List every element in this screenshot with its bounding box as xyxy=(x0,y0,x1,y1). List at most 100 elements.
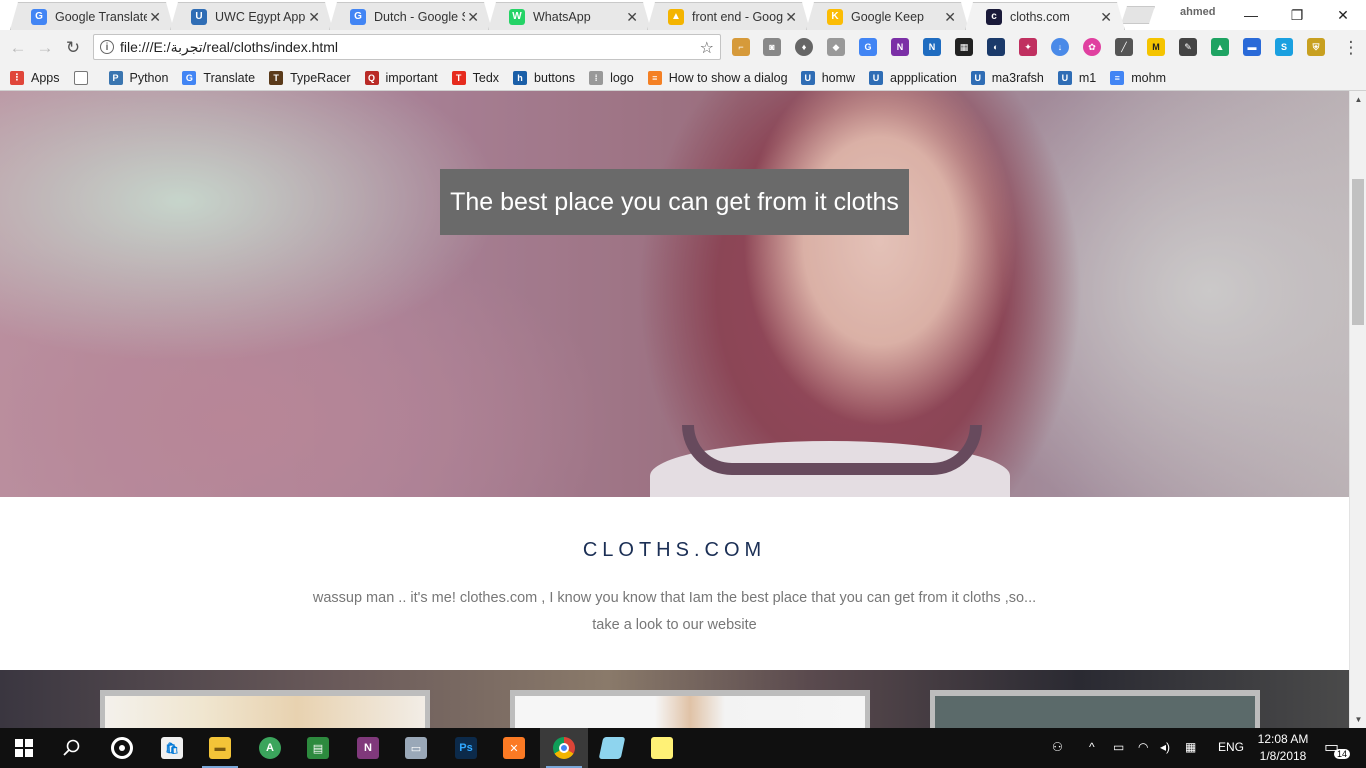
bookmark-item[interactable] xyxy=(73,70,95,85)
browser-tab[interactable]: U UWC Egypt Applic✕ xyxy=(170,2,333,30)
download-extension-icon[interactable]: ↓ xyxy=(1051,38,1069,56)
bookmark-item[interactable]: Uma3rafsh xyxy=(970,70,1044,85)
browser-tab[interactable]: c cloths.com ✕ xyxy=(965,2,1125,30)
new-extension-icon[interactable]: N xyxy=(923,38,941,56)
gallery-section xyxy=(0,670,1349,728)
forward-icon[interactable]: → xyxy=(34,37,56,59)
search-icon[interactable] xyxy=(48,728,96,768)
onenote-extension-icon[interactable]: N xyxy=(891,38,909,56)
menu-icon[interactable]: ⋮ xyxy=(1340,37,1362,59)
bookmark-item[interactable]: P Python xyxy=(108,70,168,85)
close-tab-icon[interactable]: ✕ xyxy=(626,9,638,26)
bookmark-star-icon[interactable]: ☆ xyxy=(700,38,714,58)
translate-extension-icon[interactable]: G xyxy=(859,38,877,56)
drive-extension-icon[interactable]: ▲ xyxy=(1211,38,1229,56)
minimize-icon[interactable]: — xyxy=(1228,0,1274,30)
bookmark-item[interactable]: ⋮ Apps xyxy=(10,70,60,85)
tab-title: Dutch - Google Se xyxy=(374,9,459,24)
people-icon[interactable]: ⚇ xyxy=(1052,740,1063,754)
close-tab-icon[interactable]: ✕ xyxy=(467,9,479,26)
browser-toolbar: ← → ↻ i file:///E:/تجربة/real/cloths/ind… xyxy=(0,30,1366,65)
android-studio-icon[interactable]: A xyxy=(246,728,294,768)
color-extension-icon[interactable]: ✿ xyxy=(1083,38,1101,56)
browser-tab[interactable]: G Google Translate ✕ xyxy=(10,2,174,30)
scroll-up-icon[interactable]: ▲ xyxy=(1350,91,1366,108)
project-icon[interactable]: ▤ xyxy=(294,728,342,768)
onenote-icon[interactable]: N xyxy=(344,728,392,768)
google-translate-icon: G xyxy=(31,9,47,25)
store-icon[interactable]: 🛍 xyxy=(148,728,196,768)
lightbulb-extension-icon[interactable]: ♦ xyxy=(795,38,813,56)
back-icon[interactable]: ← xyxy=(7,37,29,59)
bookmark-label: homw xyxy=(821,70,856,85)
bookmark-item[interactable]: G Translate xyxy=(182,70,255,85)
show-hidden-icons[interactable]: ^ xyxy=(1089,740,1095,754)
reload-icon[interactable]: ↻ xyxy=(62,37,84,59)
bookmark-item[interactable]: Um1 xyxy=(1057,70,1096,85)
new-tab-button[interactable] xyxy=(1121,6,1155,24)
dropbox-extension-icon[interactable]: ◆ xyxy=(827,38,845,56)
profile-button[interactable]: ahmed xyxy=(1180,6,1215,18)
bookmark-item[interactable]: T Tedx xyxy=(451,70,499,85)
page-scrollbar[interactable]: ▲ ▼ xyxy=(1349,91,1366,728)
keyboard-icon[interactable]: ▦ xyxy=(1185,740,1196,754)
scroll-down-icon[interactable]: ▼ xyxy=(1350,711,1366,728)
bookmark-item[interactable]: Uhomw xyxy=(800,70,856,85)
close-tab-icon[interactable]: ✕ xyxy=(1100,9,1112,26)
close-window-icon[interactable]: ✕ xyxy=(1320,0,1366,30)
browser-tab[interactable]: ▲ front end - Google ✕ xyxy=(647,2,810,30)
browser-tab[interactable]: K Google Keep ✕ xyxy=(806,2,969,30)
close-tab-icon[interactable]: ✕ xyxy=(944,9,956,26)
bookmark-item[interactable]: Qimportant xyxy=(364,70,438,85)
sticky-notes-icon[interactable] xyxy=(638,728,686,768)
extension-icon[interactable]: ⌐ xyxy=(732,38,750,56)
skype-extension-icon[interactable]: S xyxy=(1275,38,1293,56)
page-icon xyxy=(73,70,88,85)
uwc-icon: U xyxy=(970,70,985,85)
info-icon[interactable]: i xyxy=(100,40,114,54)
photoshop-icon[interactable]: Ps xyxy=(442,728,490,768)
bookmark-item[interactable]: ≡ mohm xyxy=(1110,70,1166,85)
clock[interactable]: 12:08 AM 1/8/2018 xyxy=(1253,731,1313,765)
film-extension-icon[interactable]: ▦ xyxy=(955,38,973,56)
speed-extension-icon[interactable]: ◐ xyxy=(987,38,1005,56)
pad-icon[interactable] xyxy=(588,728,636,768)
scroll-thumb[interactable] xyxy=(1352,179,1364,325)
bookmark-item[interactable]: T TypeRacer xyxy=(269,70,351,85)
close-tab-icon[interactable]: ✕ xyxy=(785,9,797,26)
browser-tab[interactable]: W WhatsApp ✕ xyxy=(488,2,651,30)
chrome-icon[interactable] xyxy=(540,728,588,768)
battery-icon[interactable]: ▭ xyxy=(1113,740,1124,754)
browser-tab[interactable]: G Dutch - Google Se ✕ xyxy=(329,2,492,30)
bookmark-item[interactable]: ≡ How to show a dialog xyxy=(647,70,787,85)
start-button[interactable] xyxy=(0,728,48,768)
pictures-icon[interactable]: ▭ xyxy=(392,728,440,768)
url-text[interactable]: file:///E:/تجربة/real/cloths/index.html xyxy=(120,39,338,56)
camera-extension-icon[interactable]: ◙ xyxy=(763,38,781,56)
gallery-card[interactable] xyxy=(510,690,870,728)
google-drive-icon: ▲ xyxy=(668,9,684,25)
gallery-card[interactable] xyxy=(100,690,430,728)
bookmark-label: appplication xyxy=(890,70,957,85)
close-tab-icon[interactable]: ✕ xyxy=(149,9,161,26)
eyedropper-extension-icon[interactable]: ╱ xyxy=(1115,38,1133,56)
window-extension-icon[interactable]: ▬ xyxy=(1243,38,1261,56)
file-explorer-icon[interactable]: ▬ xyxy=(196,728,244,768)
wifi-icon[interactable]: ◠ xyxy=(1138,740,1148,754)
m-extension-icon[interactable]: M xyxy=(1147,38,1165,56)
close-tab-icon[interactable]: ✕ xyxy=(308,9,320,26)
art-extension-icon[interactable]: ✦ xyxy=(1019,38,1037,56)
language-indicator[interactable]: ENG xyxy=(1218,740,1244,754)
evernote-extension-icon[interactable]: ✎ xyxy=(1179,38,1197,56)
gallery-card[interactable] xyxy=(930,690,1260,728)
bookmark-item[interactable]: h buttons xyxy=(513,70,575,85)
site-icon: c xyxy=(986,9,1002,25)
shield-extension-icon[interactable]: ⛨ xyxy=(1307,38,1325,56)
maximize-icon[interactable]: ❐ xyxy=(1274,0,1320,30)
bookmark-item[interactable]: ⁞ logo xyxy=(589,70,634,85)
bookmark-item[interactable]: Uappplication xyxy=(869,70,957,85)
task-view-icon[interactable] xyxy=(98,728,146,768)
xampp-icon[interactable]: ✕ xyxy=(490,728,538,768)
volume-icon[interactable]: ◂) xyxy=(1160,740,1170,754)
address-bar[interactable]: i file:///E:/تجربة/real/cloths/index.htm… xyxy=(93,34,721,60)
